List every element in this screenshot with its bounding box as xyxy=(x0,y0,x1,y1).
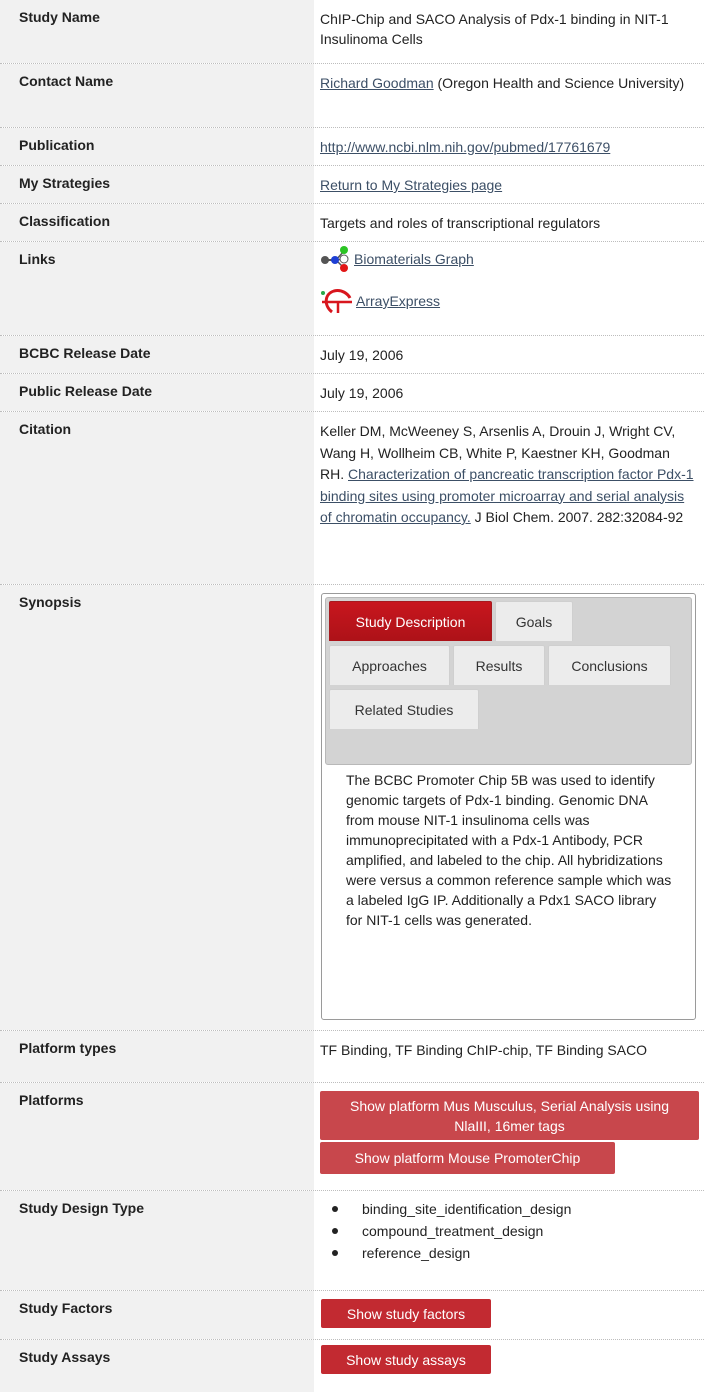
link-biomaterials-graph[interactable]: Biomaterials Graph xyxy=(320,245,696,273)
row-study-assays: Study Assays Show study assays xyxy=(0,1340,704,1392)
publication-link[interactable]: http://www.ncbi.nlm.nih.gov/pubmed/17761… xyxy=(320,139,610,155)
row-contact-name: Contact Name Richard Goodman (Oregon Hea… xyxy=(0,64,704,128)
citation-label: Citation xyxy=(0,412,314,584)
study-design-item: binding_site_identification_design xyxy=(332,1199,704,1221)
platform-types-value: TF Binding, TF Binding ChIP-chip, TF Bin… xyxy=(320,1042,648,1058)
study-factors-label: Study Factors xyxy=(0,1291,314,1339)
synopsis-body-text: The BCBC Promoter Chip 5B was used to id… xyxy=(346,772,672,928)
citation-value: Keller DM, McWeeney S, Arsenlis A, Droui… xyxy=(320,412,696,529)
my-strategies-value: Return to My Strategies page xyxy=(320,166,696,195)
tab-conclusions[interactable]: Conclusions xyxy=(548,645,671,685)
bcbc-release-value: July 19, 2006 xyxy=(320,347,404,363)
row-synopsis: Synopsis Study Description Goals Approac… xyxy=(0,585,704,1031)
tab-study-description[interactable]: Study Description xyxy=(329,601,492,641)
links-label: Links xyxy=(0,242,314,335)
study-design-item: compound_treatment_design xyxy=(332,1221,704,1243)
show-platform-saco-button[interactable]: Show platform Mus Musculus, Serial Analy… xyxy=(320,1091,699,1140)
arrayexpress-link[interactable]: ArrayExpress xyxy=(356,291,440,311)
publication-label: Publication xyxy=(0,128,314,165)
row-citation: Citation Keller DM, McWeeney S, Arsenlis… xyxy=(0,412,704,585)
study-design-list: binding_site_identification_design compo… xyxy=(332,1199,704,1265)
study-design-type-value: binding_site_identification_design compo… xyxy=(332,1191,704,1265)
biomaterials-graph-link[interactable]: Biomaterials Graph xyxy=(354,249,474,269)
classification-value: Targets and roles of transcriptional reg… xyxy=(320,215,601,231)
contact-affiliation: (Oregon Health and Science University) xyxy=(437,75,685,91)
tab-results[interactable]: Results xyxy=(453,645,545,685)
contact-name-label: Contact Name xyxy=(0,64,314,127)
row-public-release-date: Public Release Date July 19, 2006 xyxy=(0,374,704,412)
links-value: Biomaterials Graph ArrayExpress xyxy=(320,242,696,315)
row-my-strategies: My Strategies Return to My Strategies pa… xyxy=(0,166,704,204)
row-platforms: Platforms Show platform Mus Musculus, Se… xyxy=(0,1083,704,1191)
row-bcbc-release-date: BCBC Release Date July 19, 2006 xyxy=(0,336,704,374)
contact-name-link[interactable]: Richard Goodman xyxy=(320,75,434,91)
row-study-name: Study Name ChIP-Chip and SACO Analysis o… xyxy=(0,0,704,64)
classification-label: Classification xyxy=(0,204,314,241)
tab-related-studies[interactable]: Related Studies xyxy=(329,689,479,729)
tab-goals[interactable]: Goals xyxy=(495,601,573,641)
biomaterials-graph-icon xyxy=(321,246,349,272)
study-name-label: Study Name xyxy=(0,0,314,63)
my-strategies-label: My Strategies xyxy=(0,166,314,203)
bcbc-release-label: BCBC Release Date xyxy=(0,336,314,373)
public-release-label: Public Release Date xyxy=(0,374,314,411)
study-design-item: reference_design xyxy=(332,1243,704,1265)
study-name-value: ChIP-Chip and SACO Analysis of Pdx-1 bin… xyxy=(320,11,669,47)
link-arrayexpress[interactable]: ArrayExpress xyxy=(320,287,696,315)
show-platform-promoterchip-button[interactable]: Show platform Mouse PromoterChip xyxy=(320,1142,615,1174)
row-study-factors: Study Factors Show study factors xyxy=(0,1291,704,1340)
row-links: Links Biomaterials Graph ArrayExpress xyxy=(0,242,704,336)
publication-value: http://www.ncbi.nlm.nih.gov/pubmed/17761… xyxy=(320,128,696,157)
row-classification: Classification Targets and roles of tran… xyxy=(0,204,704,242)
platform-types-label: Platform types xyxy=(0,1031,314,1082)
citation-journal: J Biol Chem. 2007. 282:32084-92 xyxy=(474,509,684,525)
synopsis-tab-bar: Study Description Goals Approaches Resul… xyxy=(325,597,692,765)
contact-name-value: Richard Goodman (Oregon Health and Scien… xyxy=(320,64,696,93)
row-study-design-type: Study Design Type binding_site_identific… xyxy=(0,1191,704,1291)
study-assays-label: Study Assays xyxy=(0,1340,314,1392)
row-publication: Publication http://www.ncbi.nlm.nih.gov/… xyxy=(0,128,704,166)
public-release-value: July 19, 2006 xyxy=(320,385,404,401)
row-platform-types: Platform types TF Binding, TF Binding Ch… xyxy=(0,1031,704,1083)
show-study-assays-button[interactable]: Show study assays xyxy=(321,1345,491,1374)
synopsis-tab-panel: Study Description Goals Approaches Resul… xyxy=(321,593,696,1020)
arrayexpress-logo-icon xyxy=(321,289,352,314)
my-strategies-link[interactable]: Return to My Strategies page xyxy=(320,177,502,193)
platforms-label: Platforms xyxy=(0,1083,314,1190)
tab-approaches[interactable]: Approaches xyxy=(329,645,450,685)
show-study-factors-button[interactable]: Show study factors xyxy=(321,1299,491,1328)
synopsis-label: Synopsis xyxy=(0,585,314,1030)
study-design-type-label: Study Design Type xyxy=(0,1191,314,1290)
